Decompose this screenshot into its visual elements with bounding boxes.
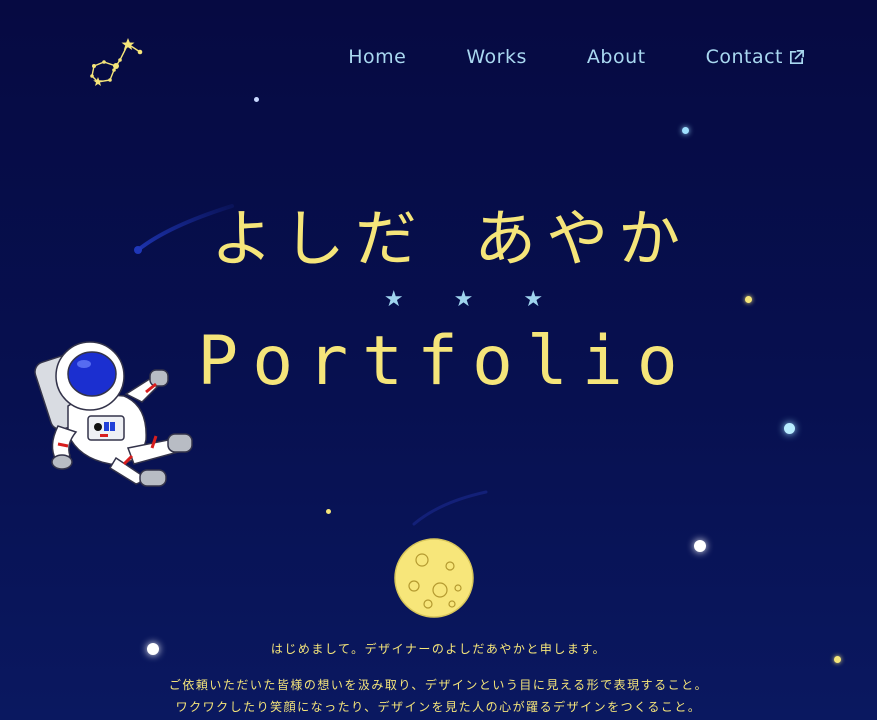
external-link-icon <box>789 49 804 64</box>
nav-works-label: Works <box>466 46 527 68</box>
intro-line-2: ご依頼いただいた皆様の想いを汲み取り、デザインという目に見える形で表現すること。 <box>168 678 709 692</box>
nav-works-link[interactable]: Works <box>466 46 527 68</box>
star-dot <box>784 423 795 434</box>
star-dot <box>682 127 689 134</box>
astronaut-icon <box>34 341 193 487</box>
star-dot <box>326 509 331 514</box>
star-dot <box>834 656 841 663</box>
intro-line-1: はじめまして。デザイナーのよしだあやかと申します。 <box>270 642 607 656</box>
hero-name-jp: よしだ あやか <box>210 202 691 275</box>
constellation-logo-icon[interactable] <box>84 36 148 88</box>
nav-about-label: About <box>586 46 646 68</box>
divider-stars: ★★★ <box>383 287 594 312</box>
moon-icon <box>394 538 474 618</box>
star-dot <box>254 97 259 102</box>
nav-contact-link[interactable]: Contact <box>706 46 805 68</box>
nav-home-label: Home <box>348 46 407 68</box>
main-nav: Home Works About Contact <box>348 46 805 68</box>
nav-home-link[interactable]: Home <box>348 46 406 68</box>
nav-about-link[interactable]: About <box>587 46 646 68</box>
star-dot <box>694 540 706 552</box>
shooting-star-icon <box>412 490 488 526</box>
intro-line-3: ワクワクしたり笑顔になったり、デザインを見た人の心が躍るデザインをつくること。 <box>175 700 702 714</box>
nav-contact-label: Contact <box>705 46 783 68</box>
